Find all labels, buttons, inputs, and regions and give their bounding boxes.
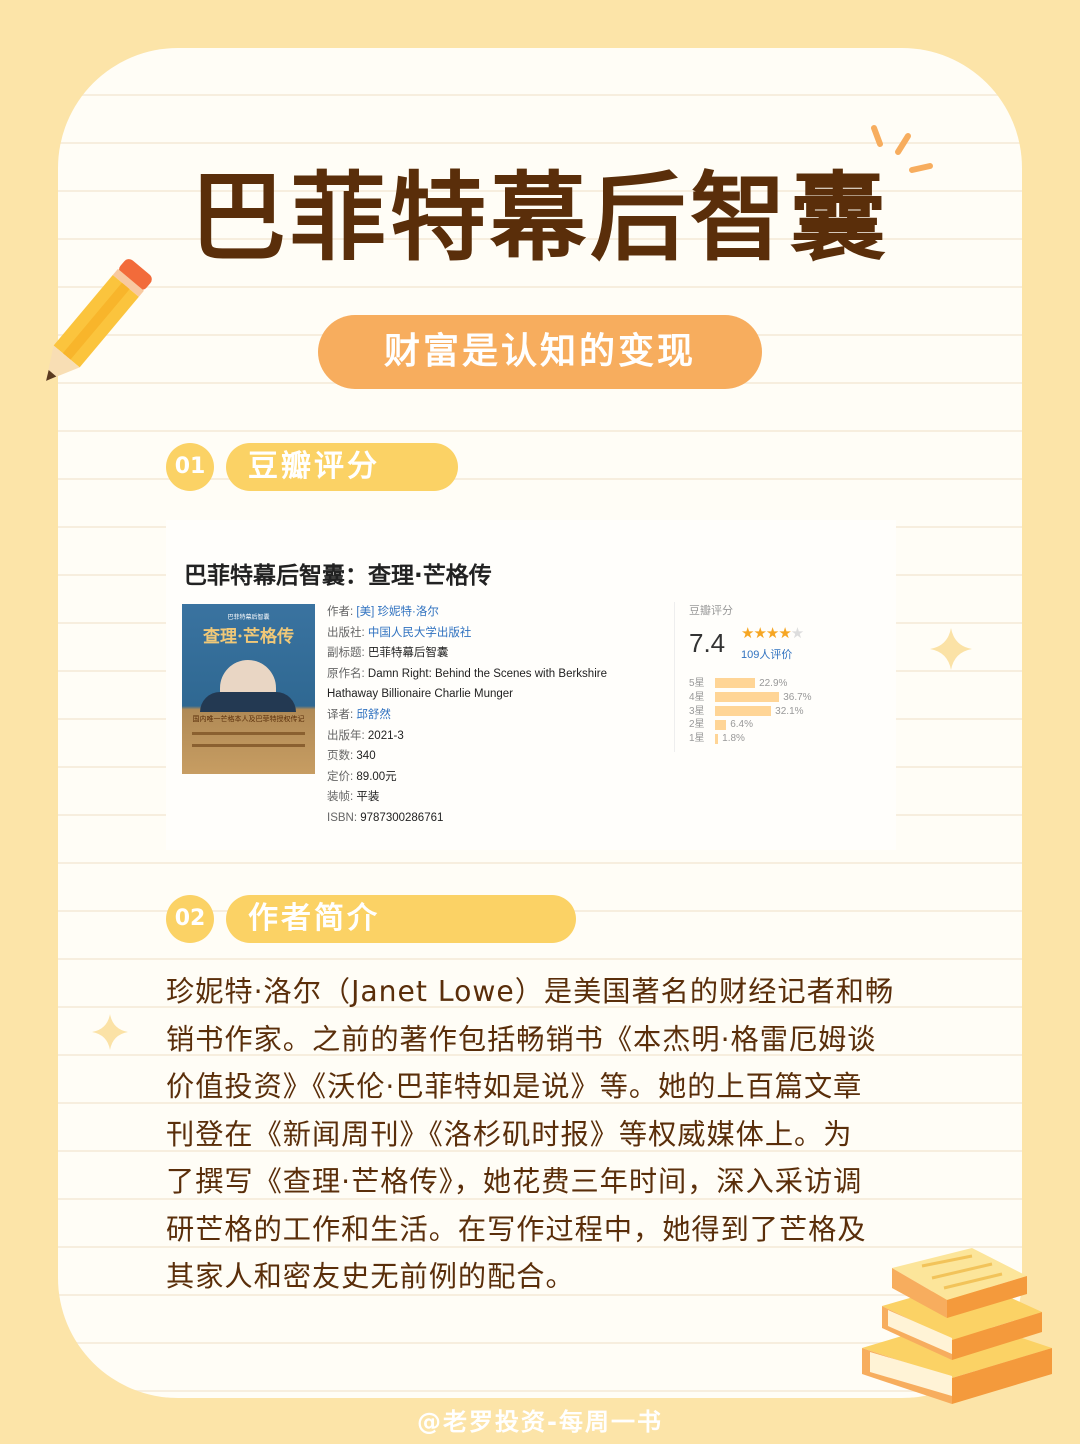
intro-line: 研芒格的工作和生活。在写作过程中，她得到了芒格及 bbox=[166, 1212, 867, 1246]
intro-line: 刊登在《新闻周刊》《洛杉矶时报》等权威媒体上。为 bbox=[166, 1117, 853, 1151]
translator-link[interactable]: 邱舒然 bbox=[356, 709, 391, 721]
meta-row: 出版社: 中国人民大学出版社 bbox=[327, 626, 472, 639]
rating-bar-row: 1星 1.8% bbox=[689, 733, 745, 745]
meta-row: ISBN: 9787300286761 bbox=[327, 811, 444, 824]
cover-title: 查理·芒格传 bbox=[203, 627, 294, 647]
cover-decor-line bbox=[192, 732, 305, 735]
sparkle-star-icon bbox=[930, 628, 972, 670]
douban-rating: 豆瓣评分 7.4 ★★★★★ 109人评价 5星 22.9% 4星 36.7% 3星… bbox=[674, 602, 889, 752]
rating-bar-row: 4星 36.7% bbox=[689, 691, 812, 703]
book-title: 巴菲特幕后智囊：查理·芒格传 bbox=[184, 563, 492, 589]
intro-line: 价值投资》《沃伦·巴菲特如是说》等。她的上百篇文章 bbox=[166, 1070, 863, 1103]
sparkle-star-icon bbox=[92, 1014, 128, 1050]
author-intro: 珍妮特·洛尔（Janet Lowe）是美国著名的财经记者和畅 销书作家。之前的著… bbox=[166, 968, 926, 1301]
intro-line: 珍妮特·洛尔（Janet Lowe）是美国著名的财经记者和畅 bbox=[166, 975, 895, 1008]
meta-row: 作者: [美] 珍妮特·洛尔 bbox=[327, 606, 439, 618]
rating-label: 豆瓣评分 bbox=[689, 605, 733, 617]
rating-score: 7.4 bbox=[689, 628, 726, 658]
intro-line: 了撰写《查理·芒格传》，她花费三年时间，深入采访调 bbox=[166, 1165, 863, 1198]
cover-series-text: 巴菲特幕后智囊 bbox=[227, 614, 270, 621]
meta-row: Hathaway Billionaire Charlie Munger bbox=[327, 688, 514, 701]
cover-tagline: 国内唯一芒格本人及巴菲特授权传记 bbox=[192, 715, 305, 723]
meta-row: 原作名: Damn Right: Behind the Scenes with … bbox=[327, 667, 607, 680]
douban-book-card: 巴菲特幕后智囊：查理·芒格传 巴菲特幕后智囊 查理·芒格传 国内唯一芒格本人及巴… bbox=[166, 520, 896, 850]
footer-watermark: @老罗投资-每周一书 bbox=[417, 1408, 663, 1436]
books-stack-icon bbox=[862, 1248, 1052, 1404]
sparkle-lines-icon bbox=[871, 125, 933, 173]
meta-row: 装帧: 平装 bbox=[327, 791, 380, 804]
section-1-label: 豆瓣评分 bbox=[226, 443, 458, 491]
meta-row: 页数: 340 bbox=[327, 750, 376, 763]
rating-bar-row: 2星 6.4% bbox=[689, 719, 753, 731]
cover-decor-line bbox=[192, 744, 305, 747]
meta-row: 定价: 89.00元 bbox=[327, 770, 397, 783]
author-link[interactable]: [美] 珍妮特·洛尔 bbox=[356, 606, 438, 618]
meta-row: 译者: 邱舒然 bbox=[327, 708, 391, 721]
subtitle-pill: 财富是认知的变现 bbox=[318, 315, 762, 389]
book-cover: 巴菲特幕后智囊 查理·芒格传 国内唯一芒格本人及巴菲特授权传记 bbox=[182, 604, 315, 774]
meta-row: 副标题: 巴菲特幕后智囊 bbox=[327, 647, 449, 660]
rating-bar-row: 5星 22.9% bbox=[689, 678, 788, 689]
intro-line: 其家人和密友史无前例的配合。 bbox=[166, 1260, 575, 1293]
intro-line: 销书作家。之前的著作包括畅销书《本杰明·格雷厄姆谈 bbox=[166, 1022, 877, 1056]
rating-stars-icon: ★★★★★ bbox=[741, 624, 804, 642]
book-meta: 作者: [美] 珍妮特·洛尔 出版社: 中国人民大学出版社 副标题: 巴菲特幕后… bbox=[327, 602, 657, 829]
rating-distribution: 5星 22.9% 4星 36.7% 3星 32.1% 2星 6.4% 1星 1.8% bbox=[689, 674, 812, 745]
section-2-number: 02 bbox=[166, 895, 214, 943]
rating-count-link[interactable]: 109人评价 bbox=[741, 646, 792, 662]
section-1-number: 01 bbox=[166, 443, 214, 491]
section-2-label: 作者简介 bbox=[226, 895, 576, 943]
publisher-link[interactable]: 中国人民大学出版社 bbox=[368, 627, 472, 639]
meta-row: 出版年: 2021-3 bbox=[327, 729, 404, 742]
cover-portrait-suit bbox=[200, 692, 296, 712]
rating-bar-row: 3星 32.1% bbox=[689, 705, 804, 717]
